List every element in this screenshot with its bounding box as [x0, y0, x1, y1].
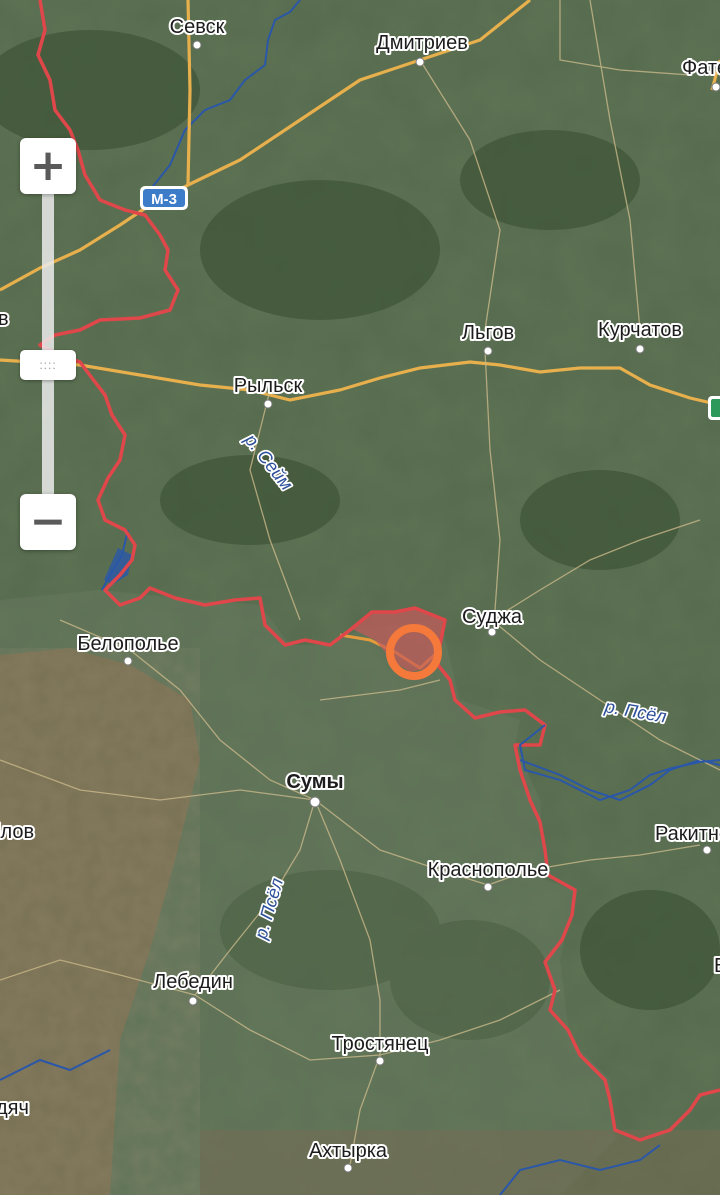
city-label-belopolye: Белополье — [77, 633, 178, 655]
city-label-sumy: Сумы — [286, 771, 343, 793]
city-label-krasnopolye: Краснополье — [428, 859, 549, 881]
city-label-cut-left-2: ілов — [0, 821, 34, 843]
city-label-trostyanets: Тростянец — [332, 1033, 429, 1055]
city-label-dmitriev: Дмитриев — [376, 32, 468, 54]
city-label-rakitnoe: Ракитное — [655, 823, 720, 845]
city-label-cut-left-3: дяч — [0, 1097, 29, 1119]
city-label-lgov: Льгов — [462, 322, 514, 344]
city-label-sevsk: Севск — [170, 16, 225, 38]
zoom-slider-track[interactable] — [42, 194, 54, 494]
city-label-cut-right: Е — [714, 955, 720, 977]
satellite-map[interactable]: М-3 Севск Дмитриев Фатеж Льгов Курчатов … — [0, 0, 720, 1195]
zoom-slider-thumb[interactable]: :::: — [20, 350, 76, 380]
zoom-in-button[interactable]: + — [20, 138, 76, 194]
city-label-akhtyrka: Ахтырка — [309, 1140, 388, 1162]
grip-icon: :::: — [39, 358, 57, 372]
city-label-sudzha: Суджа — [462, 606, 523, 628]
minus-icon: − — [29, 496, 67, 547]
city-label-cut-left-1: в — [0, 308, 9, 330]
city-label-kurchatov: Курчатов — [598, 319, 682, 341]
plus-icon: + — [29, 140, 67, 191]
road-badge-right — [708, 396, 720, 420]
road-badge-label: М-3 — [151, 191, 177, 208]
road-badge-m3: М-3 — [140, 186, 188, 210]
zoom-out-button[interactable]: − — [20, 494, 76, 550]
city-label-lebedin: Лебедин — [153, 971, 233, 993]
city-label-fatezh: Фатеж — [682, 57, 720, 79]
city-label-rylsk: Рыльск — [234, 375, 303, 397]
